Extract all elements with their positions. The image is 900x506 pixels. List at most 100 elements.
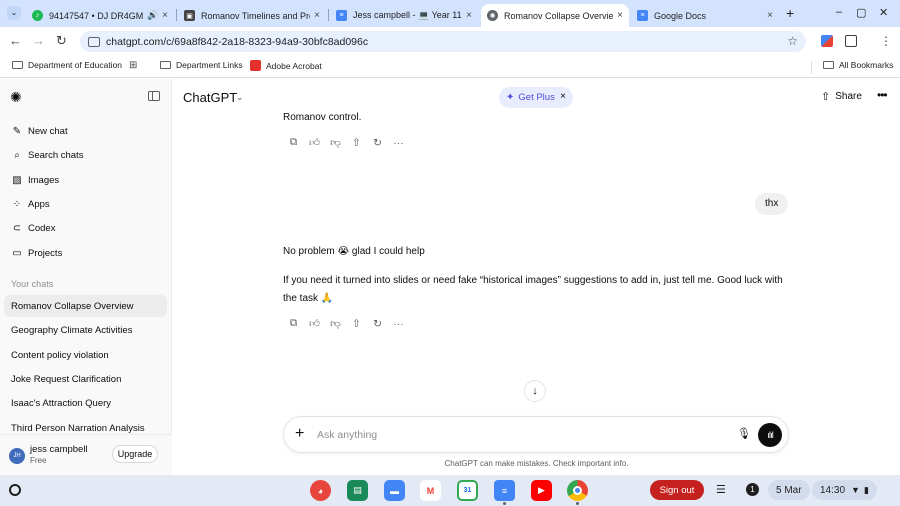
reload-icon[interactable]: ↻ <box>56 34 67 48</box>
classroom-app-icon[interactable]: ▤ <box>347 480 368 501</box>
notification-count-badge[interactable]: 1 <box>746 483 759 496</box>
collapse-sidebar-icon[interactable] <box>148 91 160 101</box>
thumbs-down-icon[interactable]: 👎︎ <box>325 317 346 330</box>
copy-icon[interactable]: ⧉ <box>283 136 304 149</box>
address-bar[interactable]: chatgpt.com/c/69a8f842-2a18-8323-94a9-30… <box>80 31 806 52</box>
sidebar-item-label: Search chats <box>28 149 84 161</box>
files-app-icon[interactable]: ▬ <box>384 480 405 501</box>
sidebar-item-apps[interactable]: ⁘ Apps <box>4 193 167 215</box>
composer: + 🎙︎ ıIıl <box>283 416 789 453</box>
prompt-input[interactable] <box>317 426 717 444</box>
browser-tabstrip: ⌄ ♪ 94147547 • DJ DR4GM4S 🔊 × ▣ Romanov … <box>0 0 900 27</box>
close-tab-icon[interactable]: × <box>466 10 472 21</box>
clipboard-tray-icon[interactable]: ☰ <box>716 483 726 496</box>
all-bookmarks[interactable]: All Bookmarks <box>823 60 893 70</box>
folder-icon <box>160 61 171 69</box>
share-upload-icon[interactable]: ⇧ <box>346 318 367 330</box>
chat-history-item[interactable]: Geography Climate Activities <box>4 319 167 341</box>
sidebar-item-new-chat[interactable]: ✎ New chat <box>4 120 167 142</box>
chrome-app-icon[interactable] <box>567 480 588 501</box>
app-running-indicator <box>576 502 579 505</box>
bookmark-department-links[interactable]: Department Links <box>160 60 243 70</box>
chat-history-item[interactable]: Joke Request Clarification <box>4 368 167 390</box>
close-window-icon[interactable]: ✕ <box>879 6 888 19</box>
adobe-acrobat-icon <box>250 60 261 71</box>
bookmark-label: Department of Education <box>28 60 123 70</box>
gmail-app-icon[interactable]: M <box>420 480 441 501</box>
minimize-icon[interactable]: – <box>836 6 842 18</box>
bookmark-adobe-acrobat[interactable]: Adobe Acrobat <box>250 60 322 71</box>
maximize-icon[interactable]: ▢ <box>856 6 866 19</box>
tab-search-chevron-icon[interactable]: ⌄ <box>7 6 21 20</box>
disclaimer-text: ChatGPT can make mistakes. Check importa… <box>444 459 629 468</box>
date-tray[interactable]: 5 Mar <box>768 480 810 500</box>
sidebar-item-codex[interactable]: ⊂ Codex <box>4 217 167 239</box>
dismiss-promo-icon[interactable]: × <box>560 91 566 102</box>
voice-mode-icon[interactable]: ıIıl <box>758 423 782 447</box>
chat-history-item[interactable]: Content policy violation <box>4 344 167 366</box>
browser-tab-romanov-collapse[interactable]: ✺ Romanov Collapse Overview × <box>481 4 629 27</box>
thumbs-down-icon[interactable]: 👎︎ <box>325 136 346 149</box>
sign-out-button[interactable]: Sign out <box>650 480 704 500</box>
more-options-icon[interactable]: ••• <box>877 88 888 102</box>
close-tab-icon[interactable]: × <box>617 10 623 21</box>
assistant-message-tail: Romanov control. <box>283 112 362 123</box>
sidebar-item-projects[interactable]: ▭ Projects <box>4 242 167 264</box>
pencil-icon: ✎ <box>12 125 22 137</box>
bookmark-department-of-education[interactable]: Department of Education <box>12 60 122 70</box>
bookmark-star-icon[interactable]: ☆ <box>787 34 798 48</box>
close-tab-icon[interactable]: × <box>314 10 320 21</box>
browser-tab-google-docs[interactable]: ≡ Google Docs × <box>631 4 779 27</box>
apps-grid-bookmark[interactable]: ⊞ <box>129 60 141 71</box>
status-tray[interactable]: 14:30 ▼ ▮ <box>812 480 877 500</box>
upgrade-button[interactable]: Upgrade <box>112 445 158 463</box>
microphone-icon[interactable]: 🎙︎ <box>737 427 751 440</box>
audio-playing-icon[interactable]: 🔊 <box>147 10 158 21</box>
close-tab-icon[interactable]: × <box>162 10 168 21</box>
browser-menu-icon[interactable]: ⋮ <box>880 34 892 48</box>
new-tab-plus-icon[interactable]: + <box>786 5 794 21</box>
extension-icon[interactable] <box>821 35 833 47</box>
user-plan: Free <box>30 456 47 465</box>
battery-icon: ▮ <box>863 484 869 495</box>
docs-app-icon[interactable]: ≡ <box>494 480 515 501</box>
regenerate-icon[interactable]: ↻ <box>367 318 388 330</box>
extensions-puzzle-icon[interactable] <box>845 35 857 47</box>
chat-history-item[interactable]: Isaac's Attraction Query <box>4 392 167 414</box>
sidebar-item-search-chats[interactable]: ⌕ Search chats <box>4 144 167 166</box>
copy-icon[interactable]: ⧉ <box>283 317 304 330</box>
browser-tab-romanov-timelines[interactable]: ▣ Romanov Timelines and Prof × <box>178 4 326 27</box>
model-selector[interactable]: ChatGPT <box>183 90 237 105</box>
openai-logo-icon[interactable]: ✺ <box>10 89 22 106</box>
chevron-down-icon[interactable]: ⌄ <box>236 92 244 103</box>
assistant-message-line: If you need it turned into slides or nee… <box>283 275 783 304</box>
regenerate-icon[interactable]: ↻ <box>367 137 388 149</box>
get-plus-button[interactable]: ✦ Get Plus × <box>499 87 573 108</box>
thumbs-up-icon[interactable]: 👍︎ <box>304 136 325 149</box>
more-options-icon[interactable]: ··· <box>388 137 409 149</box>
sidebar-item-images[interactable]: ▧ Images <box>4 169 167 191</box>
share-button[interactable]: ⇧ Share <box>821 90 862 103</box>
add-attachment-plus-icon[interactable]: + <box>295 425 304 443</box>
thumbs-up-icon[interactable]: 👍︎ <box>304 317 325 330</box>
folder-icon <box>12 61 23 69</box>
forward-arrow-icon[interactable]: → <box>32 34 45 48</box>
scroll-to-bottom-arrow-icon[interactable]: ↓ <box>524 380 546 402</box>
launcher-icon[interactable] <box>9 484 21 496</box>
browser-tab-music[interactable]: ♪ 94147547 • DJ DR4GM4S 🔊 × <box>26 4 174 27</box>
image-icon: ▣ <box>184 10 195 21</box>
site-info-icon[interactable] <box>88 36 100 47</box>
close-tab-icon[interactable]: × <box>767 10 773 21</box>
account-row[interactable]: JH jess campbell Free Upgrade <box>0 434 172 474</box>
docs-icon: ≡ <box>336 10 347 21</box>
browser-tab-slides[interactable]: ≡ Jess campbell - 💻 Year 11 R × <box>330 4 478 27</box>
youtube-app-icon[interactable]: ▶ <box>531 480 552 501</box>
share-upload-icon[interactable]: ⇧ <box>346 137 367 149</box>
chat-history-item[interactable]: Romanov Collapse Overview <box>4 295 167 317</box>
paint-app-icon[interactable]: ◕ <box>310 480 331 501</box>
message-actions: ⧉ 👍︎ 👎︎ ⇧ ↻ ··· <box>283 317 409 330</box>
calendar-app-icon[interactable]: 31 <box>457 480 478 501</box>
more-options-icon[interactable]: ··· <box>388 318 409 330</box>
sidebar-item-label: Codex <box>28 222 56 234</box>
back-arrow-icon[interactable]: ← <box>9 34 22 48</box>
